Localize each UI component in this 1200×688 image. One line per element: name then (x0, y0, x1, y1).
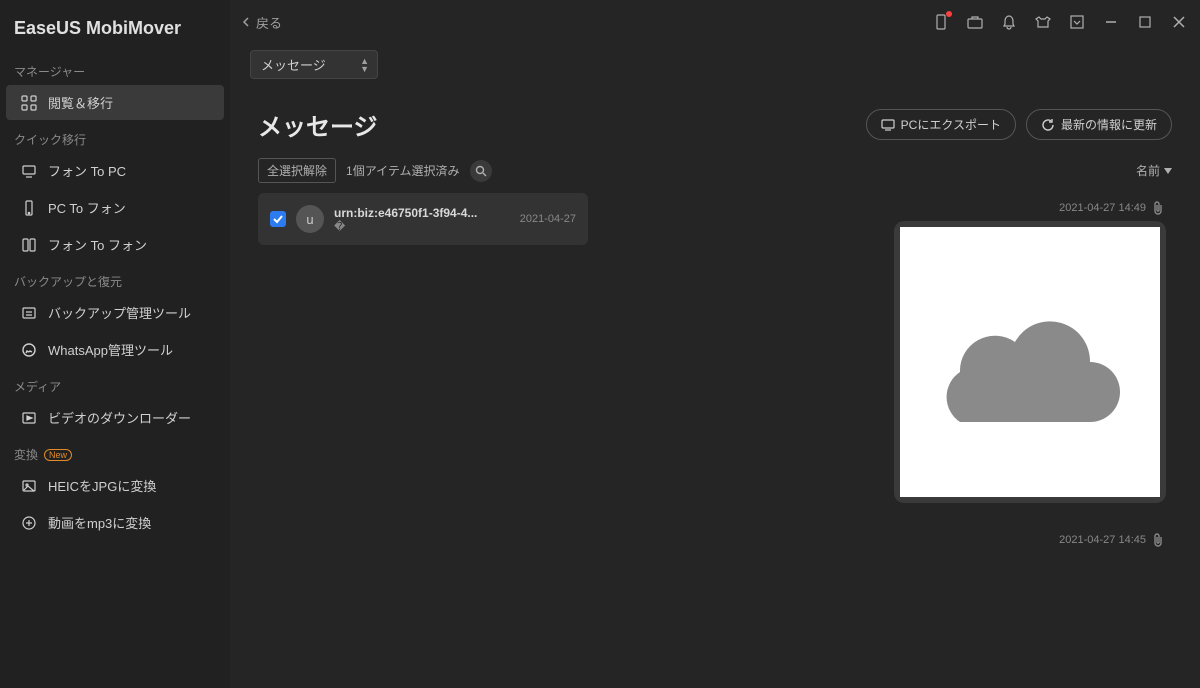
sidebar-item-pc-to-phone[interactable]: PC To フォン (6, 190, 224, 225)
sidebar-item-label: WhatsApp管理ツール (48, 340, 173, 359)
video-dl-icon (20, 409, 38, 427)
thread-item[interactable]: u urn:biz:e46750f1-3f94-4... � 2021-04-2… (258, 193, 588, 245)
phone-pc-icon (20, 162, 38, 180)
page-title: メッセージ (258, 107, 856, 142)
sidebar-item-heic-jpg[interactable]: HEICをJPGに変換 (6, 468, 224, 503)
pc-phone-icon (20, 199, 38, 217)
sort-dropdown[interactable]: 名前 (1136, 162, 1172, 179)
app-title: EaseUS MobiMover (0, 0, 230, 53)
sidebar-item-video-mp3[interactable]: 動画をmp3に変換 (6, 505, 224, 540)
section-quick: クイック移行 (0, 121, 230, 152)
notification-dot (946, 11, 952, 17)
device-icon[interactable] (932, 13, 950, 31)
attachment-image (900, 227, 1160, 497)
sidebar-item-label: ビデオのダウンローダー (48, 408, 191, 427)
sidebar-item-label: バックアップ管理ツール (48, 303, 191, 322)
avatar: u (296, 205, 324, 233)
message-timestamp: 2021-04-27 14:45 (1059, 533, 1164, 547)
dropdown-box-icon[interactable] (1068, 13, 1086, 31)
image-convert-icon (20, 477, 38, 495)
phone-phone-icon (20, 236, 38, 254)
sidebar-item-phone-to-pc[interactable]: フォン To PC (6, 153, 224, 188)
sidebar-item-label: PC To フォン (48, 198, 126, 217)
sidebar-item-browse-transfer[interactable]: 閲覧＆移行 (6, 85, 224, 120)
sidebar-item-label: 閲覧＆移行 (48, 93, 113, 112)
refresh-button[interactable]: 最新の情報に更新 (1026, 109, 1172, 140)
close-button[interactable] (1170, 13, 1188, 31)
thread-date: 2021-04-27 (520, 213, 576, 225)
sidebar-item-label: 動画をmp3に変換 (48, 513, 151, 532)
sidebar: EaseUS MobiMover マネージャー 閲覧＆移行 クイック移行 フォン… (0, 0, 230, 688)
thread-name: urn:biz:e46750f1-3f94-4... (334, 206, 510, 220)
back-button[interactable]: 戻る (242, 13, 282, 32)
backup-icon (20, 304, 38, 322)
main-panel: 戻る メッセージ ▲▼ メッセージ PCにエクスポート 最新の情報に更新 (230, 0, 1200, 688)
whatsapp-icon (20, 341, 38, 359)
maximize-button[interactable] (1136, 13, 1154, 31)
section-convert: 変換 New (0, 436, 230, 467)
cloud-icon (930, 297, 1130, 427)
audio-convert-icon (20, 514, 38, 532)
sidebar-item-label: フォン To PC (48, 161, 126, 180)
thread-list: u urn:biz:e46750f1-3f94-4... � 2021-04-2… (258, 193, 588, 676)
section-manager: マネージャー (0, 53, 230, 84)
sidebar-item-backup-mgr[interactable]: バックアップ管理ツール (6, 295, 224, 330)
minimize-button[interactable] (1102, 13, 1120, 31)
shirt-icon[interactable] (1034, 13, 1052, 31)
message-bubble[interactable] (894, 221, 1166, 503)
toolbox-icon[interactable] (966, 13, 984, 31)
bell-icon[interactable] (1000, 13, 1018, 31)
new-badge: New (44, 449, 72, 461)
sidebar-item-label: HEICをJPGに変換 (48, 476, 156, 495)
dropdown-arrows-icon: ▲▼ (360, 57, 369, 73)
selected-count: 1個アイテム選択済み (346, 162, 459, 179)
grid-icon (20, 94, 38, 112)
topbar: 戻る (230, 0, 1200, 44)
section-backup: バックアップと復元 (0, 263, 230, 294)
thread-checkbox[interactable] (270, 211, 286, 227)
attachment-icon (1152, 533, 1164, 547)
section-media: メディア (0, 368, 230, 399)
window-controls (932, 13, 1188, 31)
message-timestamp: 2021-04-27 14:49 (1059, 201, 1164, 215)
attachment-icon (1152, 201, 1164, 215)
export-pc-button[interactable]: PCにエクスポート (866, 109, 1016, 140)
sidebar-item-phone-to-phone[interactable]: フォン To フォン (6, 227, 224, 262)
sidebar-item-video-dl[interactable]: ビデオのダウンローダー (6, 400, 224, 435)
sidebar-item-label: フォン To フォン (48, 235, 147, 254)
deselect-all-button[interactable]: 全選択解除 (258, 158, 336, 183)
thread-snippet: � (334, 220, 510, 233)
search-button[interactable] (470, 160, 492, 182)
sidebar-item-whatsapp-mgr[interactable]: WhatsApp管理ツール (6, 332, 224, 367)
message-panel: 2021-04-27 14:49 2021-04-27 14:45 (608, 193, 1172, 676)
category-dropdown[interactable]: メッセージ ▲▼ (250, 50, 378, 79)
